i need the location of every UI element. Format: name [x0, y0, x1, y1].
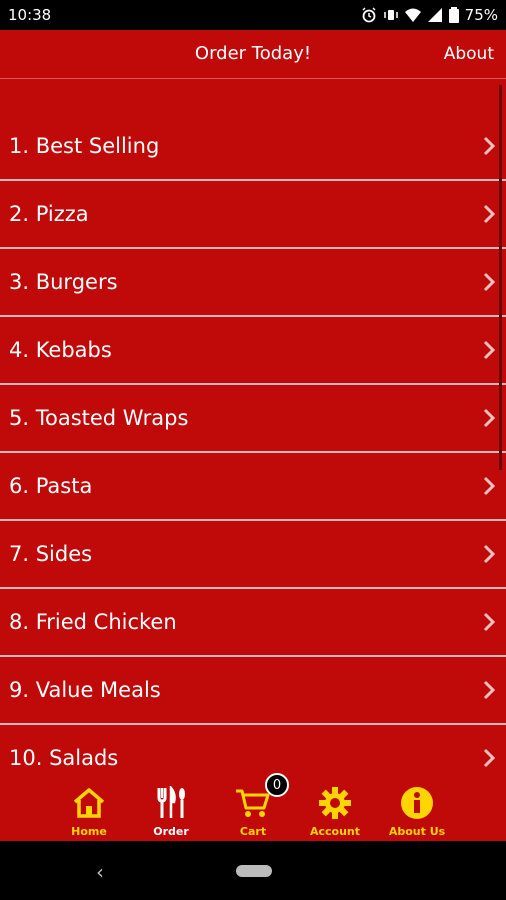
tab-account[interactable]: Account	[300, 785, 370, 838]
category-list[interactable]: 1. Best Selling 2. Pizza 3. Burgers 4. K…	[0, 113, 506, 773]
page-title: Order Today!	[194, 43, 312, 64]
system-nav-bar: ‹	[0, 841, 506, 900]
category-row-value-meals[interactable]: 9. Value Meals	[0, 657, 506, 725]
chevron-right-icon	[483, 340, 496, 360]
alarm-icon	[362, 7, 376, 23]
category-label: 1. Best Selling	[9, 134, 160, 158]
category-row-pasta[interactable]: 6. Pasta	[0, 453, 506, 521]
gear-icon	[319, 787, 351, 819]
category-row-pizza[interactable]: 2. Pizza	[0, 181, 506, 249]
info-icon	[401, 787, 433, 819]
wifi-icon	[404, 8, 421, 22]
chevron-right-icon	[483, 272, 496, 292]
category-row-salads[interactable]: 10. Salads	[0, 725, 506, 773]
category-label: 5. Toasted Wraps	[9, 406, 189, 430]
category-row-toasted-wraps[interactable]: 5. Toasted Wraps	[0, 385, 506, 453]
category-row-kebabs[interactable]: 4. Kebabs	[0, 317, 506, 385]
category-label: 10. Salads	[9, 746, 119, 770]
tab-about-us-label: About Us	[388, 825, 446, 838]
category-label: 6. Pasta	[9, 474, 93, 498]
cutlery-icon	[157, 786, 185, 818]
chevron-right-icon	[483, 204, 496, 224]
tab-order-label: Order	[153, 825, 189, 838]
battery-percent: 75%	[464, 6, 498, 24]
app-header: Order Today! About	[0, 30, 506, 79]
status-icons: 75%	[361, 6, 498, 24]
chevron-right-icon	[483, 408, 496, 428]
tab-order[interactable]: Order	[136, 785, 206, 838]
chevron-right-icon	[483, 748, 496, 768]
category-label: 9. Value Meals	[9, 678, 161, 702]
category-row-sides[interactable]: 7. Sides	[0, 521, 506, 589]
cart-count-badge: 0	[265, 773, 289, 797]
cart-icon	[236, 789, 270, 817]
tab-account-label: Account	[309, 825, 361, 838]
tab-cart-label: Cart	[239, 825, 267, 838]
category-row-burgers[interactable]: 3. Burgers	[0, 249, 506, 317]
list-scrollbar[interactable]	[499, 85, 502, 470]
back-icon[interactable]: ‹	[96, 860, 104, 884]
chevron-right-icon	[483, 544, 496, 564]
chevron-right-icon	[483, 136, 496, 156]
battery-icon	[448, 7, 459, 23]
chevron-right-icon	[483, 680, 496, 700]
status-time: 10:38	[8, 6, 52, 24]
status-bar: 10:38 75%	[0, 0, 506, 30]
tab-home-label: Home	[71, 825, 107, 838]
home-pill-icon[interactable]	[236, 865, 272, 877]
chevron-right-icon	[483, 612, 496, 632]
home-icon	[73, 788, 105, 818]
category-label: 2. Pizza	[9, 202, 89, 226]
bottom-tab-bar: Home Order Cart 0 Account About Us	[0, 773, 506, 841]
tab-home[interactable]: Home	[54, 785, 124, 838]
signal-icon	[427, 8, 442, 22]
category-row-fried-chicken[interactable]: 8. Fried Chicken	[0, 589, 506, 657]
category-row-best-selling[interactable]: 1. Best Selling	[0, 113, 506, 181]
vibrate-icon	[383, 10, 398, 20]
tab-about-us[interactable]: About Us	[382, 785, 452, 838]
category-label: 7. Sides	[9, 542, 93, 566]
about-link[interactable]: About	[444, 30, 494, 78]
chevron-right-icon	[483, 476, 496, 496]
category-label: 3. Burgers	[9, 270, 118, 294]
category-label: 4. Kebabs	[9, 338, 112, 362]
category-label: 8. Fried Chicken	[9, 610, 177, 634]
